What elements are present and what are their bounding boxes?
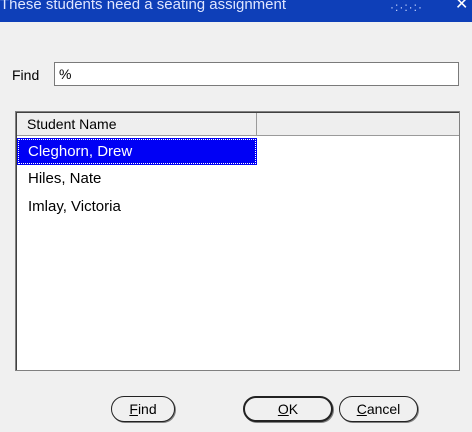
find-input[interactable]	[54, 62, 459, 86]
column-header-row: Student Name	[17, 113, 459, 136]
list-item[interactable]: Cleghorn, Drew	[17, 138, 257, 165]
list-item[interactable]: Hiles, Nate	[17, 165, 257, 192]
ok-button[interactable]: OK	[243, 396, 333, 422]
cancel-button-label: ancel	[366, 401, 401, 417]
find-button-label: ind	[137, 401, 157, 417]
find-label: Find	[12, 67, 40, 83]
column-header-student-name[interactable]: Student Name	[17, 113, 257, 135]
ok-button-label: K	[288, 401, 299, 417]
title-bar[interactable]: These students need a seating assignment…	[0, 0, 472, 22]
cancel-button-mnemonic: C	[356, 401, 367, 417]
close-icon[interactable]: ✕	[455, 0, 468, 16]
window-title: These students need a seating assignment	[0, 0, 287, 13]
student-listbox[interactable]: Student Name Cleghorn, Drew Hiles, Nate …	[15, 111, 460, 371]
list-item[interactable]: Imlay, Victoria	[17, 193, 257, 220]
find-button-mnemonic: F	[129, 401, 138, 417]
cancel-button[interactable]: Cancel	[339, 396, 418, 422]
ok-button-mnemonic: O	[277, 401, 289, 417]
find-button[interactable]: Find	[111, 396, 175, 422]
column-header-empty	[257, 113, 459, 135]
drag-grip-icon[interactable]: ·:·:·:·	[390, 0, 423, 18]
